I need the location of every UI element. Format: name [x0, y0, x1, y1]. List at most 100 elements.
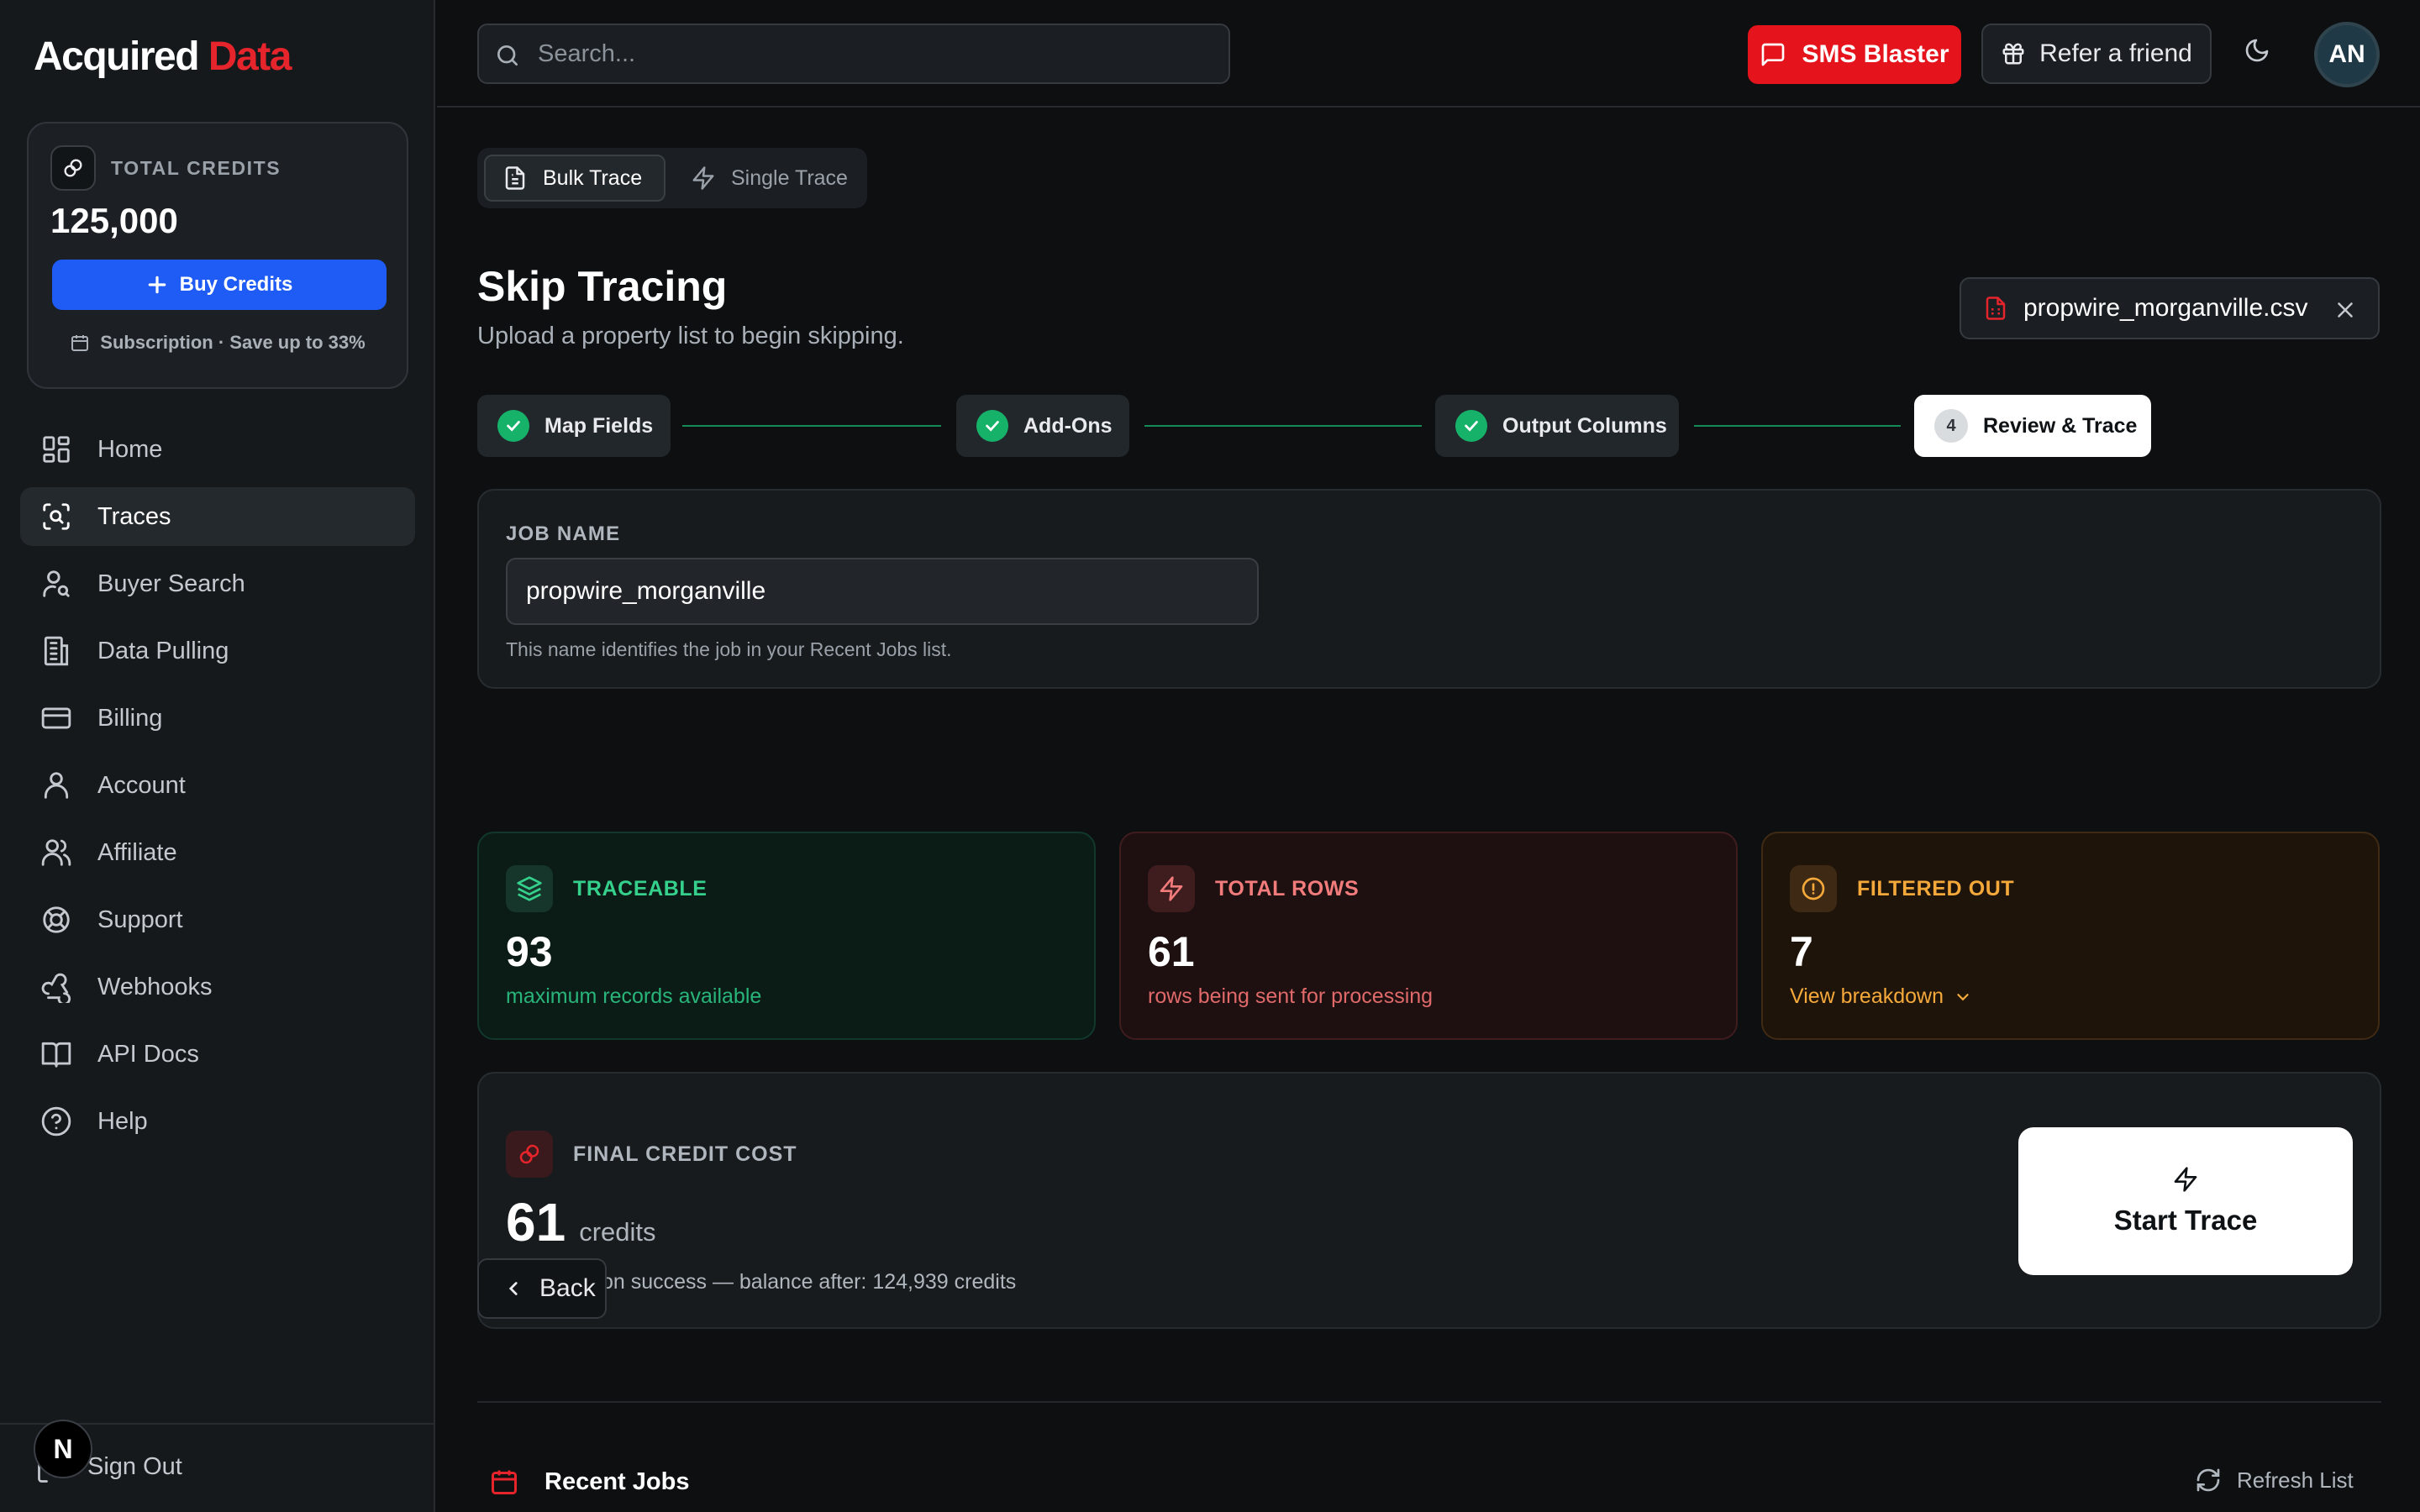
- cost-value: 61 credits: [506, 1191, 656, 1253]
- sidebar-item-account[interactable]: Account: [20, 756, 415, 815]
- tab-label: Bulk Trace: [543, 165, 643, 190]
- sidebar-item-label: Billing: [97, 704, 163, 732]
- filtered-out-card: FILTERED OUT 7 View breakdown: [1761, 832, 2380, 1040]
- sms-blaster-button[interactable]: SMS Blaster: [1748, 25, 1961, 84]
- back-label: Back: [539, 1274, 596, 1302]
- life-buoy-icon: [43, 906, 70, 933]
- sidebar-item-label: Home: [97, 435, 163, 463]
- sidebar-item-billing[interactable]: Billing: [20, 689, 415, 748]
- theme-toggle-button[interactable]: [2244, 37, 2270, 64]
- sidebar-item-affiliate[interactable]: Affiliate: [20, 823, 415, 882]
- step-connector: [682, 425, 941, 427]
- subscription-link[interactable]: Subscription · Save up to 33%: [29, 332, 407, 354]
- page-subtitle: Upload a property list to begin skipping…: [477, 323, 904, 349]
- tab-single-trace[interactable]: Single Trace: [674, 155, 859, 202]
- step-label: Output Columns: [1502, 413, 1667, 438]
- job-name-card: JOB NAME This name identifies the job in…: [477, 489, 2381, 689]
- building-icon: [44, 636, 69, 666]
- tab-label: Single Trace: [731, 165, 848, 190]
- search-icon: [497, 45, 518, 66]
- stat-label: TOTAL ROWS: [1215, 877, 1360, 900]
- stat-label: TRACEABLE: [573, 877, 708, 900]
- book-icon: [41, 1042, 71, 1068]
- cost-unit: credits: [579, 1217, 656, 1247]
- credits-value: 125,000: [50, 201, 178, 240]
- step-label: Review & Trace: [1983, 413, 2138, 438]
- search-box[interactable]: [477, 24, 1230, 84]
- recent-jobs-title: Recent Jobs: [544, 1468, 690, 1495]
- back-button[interactable]: Back: [477, 1258, 607, 1319]
- trace-mode-tabs: Bulk Trace Single Trace: [477, 148, 867, 208]
- start-trace-label: Start Trace: [2113, 1205, 2258, 1236]
- stat-label: FILTERED OUT: [1857, 877, 2015, 900]
- avatar[interactable]: AN: [2314, 22, 2380, 87]
- check-icon: [1455, 410, 1487, 442]
- stat-value: 93: [506, 928, 553, 975]
- refresh-list-button[interactable]: Refresh List: [2195, 1467, 2354, 1494]
- sidebar-item-home[interactable]: Home: [20, 420, 415, 479]
- refer-friend-button[interactable]: Refer a friend: [1981, 24, 2212, 84]
- moon-icon: [2245, 39, 2269, 62]
- sidebar-item-label: Affiliate: [97, 838, 177, 866]
- sidebar-item-traces[interactable]: Traces: [20, 487, 415, 546]
- stat-value: 61: [1148, 928, 1195, 975]
- top-header: SMS Blaster Refer a friend AN: [437, 0, 2420, 108]
- grid-icon: [43, 436, 70, 463]
- calendar-icon: [71, 335, 89, 351]
- dev-tools-badge[interactable]: N: [34, 1420, 92, 1478]
- cost-label: FINAL CREDIT COST: [573, 1142, 797, 1166]
- job-name-input[interactable]: [506, 558, 1259, 625]
- file-name: propwire_morganville.csv: [2023, 294, 2308, 322]
- credit-cost-card: FINAL CREDIT COST 61 credits Reserved on…: [477, 1072, 2381, 1329]
- help-circle-icon: [41, 1106, 71, 1137]
- sidebar-item-webhooks[interactable]: Webhooks: [20, 958, 415, 1016]
- gift-icon: [2002, 43, 2024, 65]
- check-icon: [497, 410, 529, 442]
- cost-amount: 61: [506, 1192, 566, 1252]
- webhook-icon: [41, 973, 71, 1003]
- calendar-icon: [492, 1470, 517, 1494]
- step-output-columns[interactable]: Output Columns: [1435, 395, 1679, 457]
- step-label: Map Fields: [544, 413, 654, 438]
- credit-card-icon: [41, 707, 71, 729]
- chevron-down-icon: [1957, 993, 1969, 1000]
- zap-icon: [692, 166, 714, 190]
- buy-credits-button[interactable]: Buy Credits: [52, 260, 387, 310]
- zap-icon: [1148, 865, 1195, 912]
- job-name-label: JOB NAME: [506, 522, 621, 545]
- scan-search-icon: [43, 503, 70, 530]
- uploaded-file-chip: propwire_morganville.csv: [1960, 277, 2380, 339]
- sidebar-item-api-docs[interactable]: API Docs: [20, 1025, 415, 1084]
- progress-stepper: Map Fields Add-Ons Output Columns 4 Revi…: [477, 395, 2381, 457]
- sidebar-item-label: Traces: [97, 502, 171, 530]
- step-label: Add-Ons: [1023, 413, 1113, 438]
- start-trace-button[interactable]: Start Trace: [2018, 1127, 2353, 1275]
- buy-credits-label: Buy Credits: [179, 273, 293, 296]
- sidebar-item-label: API Docs: [97, 1040, 199, 1068]
- page-title: Skip Tracing: [477, 263, 728, 310]
- logo-main: Acquired: [34, 34, 200, 79]
- sidebar-item-data-pulling[interactable]: Data Pulling: [20, 622, 415, 680]
- users-icon: [41, 839, 71, 866]
- file-text-icon: [505, 166, 525, 190]
- sidebar: Acquired Data TOTAL CREDITS 125,000 Buy …: [0, 0, 435, 1512]
- search-input[interactable]: [538, 25, 1210, 82]
- logo[interactable]: Acquired Data: [34, 34, 292, 80]
- view-breakdown-link[interactable]: View breakdown: [1790, 984, 1972, 1009]
- step-review-trace[interactable]: 4 Review & Trace: [1914, 395, 2151, 457]
- plus-icon: [148, 276, 166, 294]
- sidebar-item-support[interactable]: Support: [20, 890, 415, 949]
- file-spreadsheet-icon: [1986, 297, 2006, 320]
- step-add-ons[interactable]: Add-Ons: [956, 395, 1129, 457]
- close-icon[interactable]: [2333, 297, 2358, 323]
- user-icon: [44, 772, 69, 799]
- refresh-list-label: Refresh List: [2237, 1467, 2354, 1493]
- stat-sub: rows being sent for processing: [1148, 984, 1434, 1008]
- step-connector: [1694, 425, 1901, 427]
- sidebar-item-help[interactable]: Help: [20, 1092, 415, 1151]
- logo-accent: Data: [208, 34, 292, 79]
- step-map-fields[interactable]: Map Fields: [477, 395, 671, 457]
- sidebar-item-buyer-search[interactable]: Buyer Search: [20, 554, 415, 613]
- traceable-card: TRACEABLE 93 maximum records available: [477, 832, 1096, 1040]
- tab-bulk-trace[interactable]: Bulk Trace: [484, 155, 666, 202]
